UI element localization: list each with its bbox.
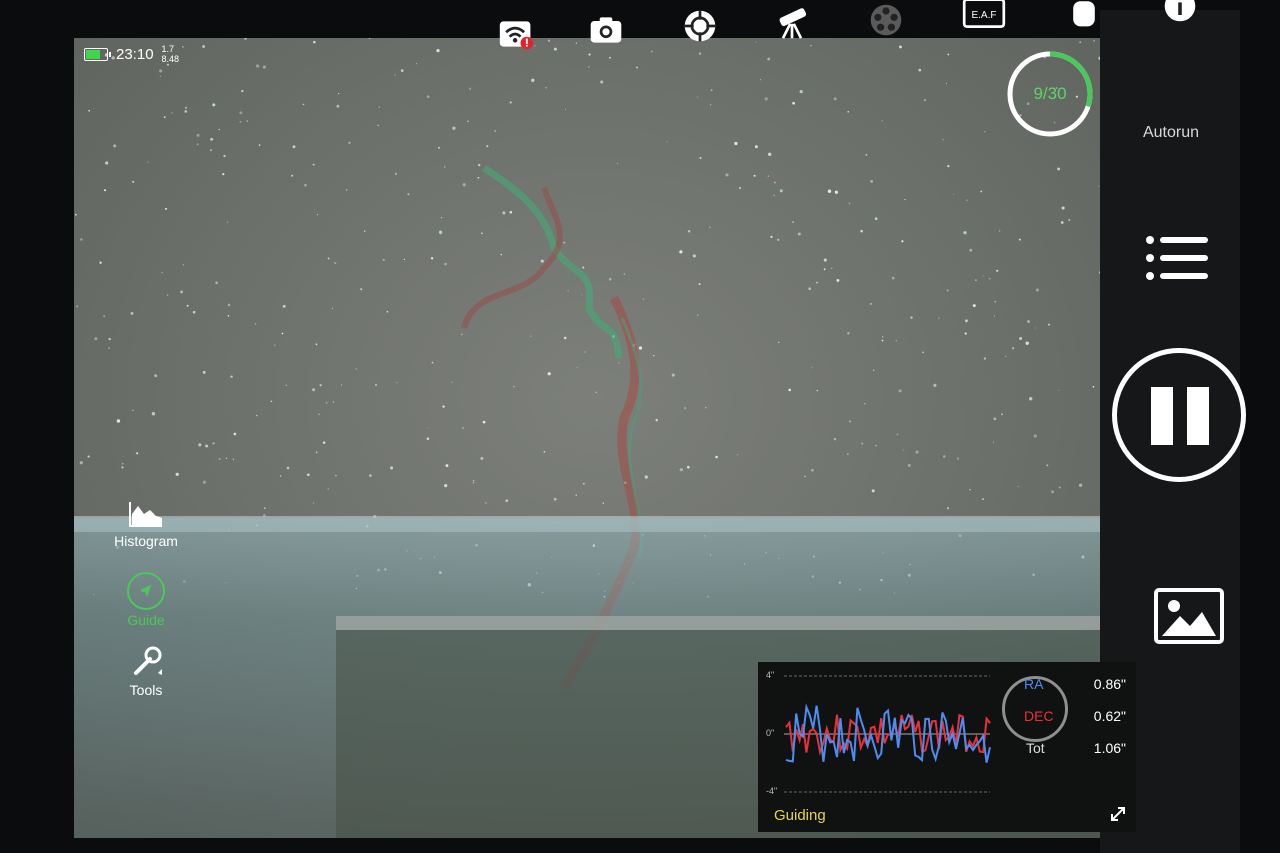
guiding-status: Guiding	[774, 807, 826, 824]
telescope-button[interactable]	[772, 2, 812, 42]
axis-label-top: 4"	[766, 670, 775, 680]
pause-icon-bar	[1187, 387, 1209, 445]
autorun-label[interactable]: Autorun	[1118, 124, 1224, 142]
histogram-icon	[129, 502, 162, 527]
wifi-warning-icon	[499, 21, 534, 50]
dec-value: 0.62"	[1093, 708, 1126, 724]
wifi-warning-button[interactable]	[496, 14, 536, 54]
sequence-progress[interactable]: 9/30	[1004, 48, 1096, 140]
pause-icon	[1151, 387, 1173, 445]
battery-icon	[84, 47, 111, 61]
tot-value: 1.06"	[1093, 740, 1126, 756]
guiding-panel[interactable]: 4" 0" -4" RA DEC Tot 0.86" 0.62" 1.06" G…	[758, 662, 1136, 832]
list-icon	[1146, 236, 1208, 280]
status-readout-bottom: 8.48	[161, 54, 180, 64]
pause-button[interactable]	[1112, 348, 1246, 482]
sequence-list-button[interactable]	[1144, 232, 1210, 284]
histogram-button[interactable]: Histogram	[96, 500, 196, 549]
expand-icon[interactable]	[1108, 804, 1128, 824]
info-button[interactable]	[1160, 0, 1200, 26]
status-readout-top: 1.7	[161, 44, 175, 54]
axis-label-bottom: -4"	[766, 786, 778, 796]
status-bar: 23:10 1.7 8.48	[84, 44, 179, 64]
camera-button[interactable]	[586, 10, 626, 50]
focuser-button[interactable]: E.A.F	[960, 0, 1008, 34]
dec-label: DEC	[1024, 708, 1054, 724]
axis-label-mid: 0"	[766, 728, 775, 738]
target-icon	[684, 10, 716, 42]
filter-wheel-icon	[870, 4, 902, 36]
guide-label: Guide	[127, 612, 165, 628]
tools-button[interactable]: Tools	[96, 645, 196, 698]
guide-icon	[127, 572, 165, 610]
filter-wheel-button[interactable]	[866, 0, 906, 40]
tot-label: Tot	[1026, 740, 1045, 756]
ra-value: 0.86"	[1093, 676, 1126, 692]
top-toolbar: E.A.F	[0, 0, 1280, 50]
device-button[interactable]	[1064, 0, 1104, 32]
clock: 23:10	[116, 45, 154, 63]
histogram-label: Histogram	[114, 533, 178, 549]
progress-count: 9/30	[1033, 84, 1067, 103]
ra-label: RA	[1024, 676, 1044, 692]
device-icon	[1073, 1, 1095, 27]
telescope-icon	[779, 8, 807, 39]
tools-label: Tools	[129, 682, 163, 698]
guide-button[interactable]: Guide	[96, 572, 196, 628]
gallery-button[interactable]	[1154, 588, 1224, 644]
camera-icon	[590, 17, 622, 43]
wrench-icon	[134, 646, 162, 675]
image-icon	[1162, 600, 1216, 636]
status-readout: 1.7 8.48	[162, 44, 180, 64]
target-button[interactable]	[680, 6, 720, 46]
info-icon	[1164, 0, 1196, 22]
focuser-label: E.A.F	[971, 10, 997, 21]
